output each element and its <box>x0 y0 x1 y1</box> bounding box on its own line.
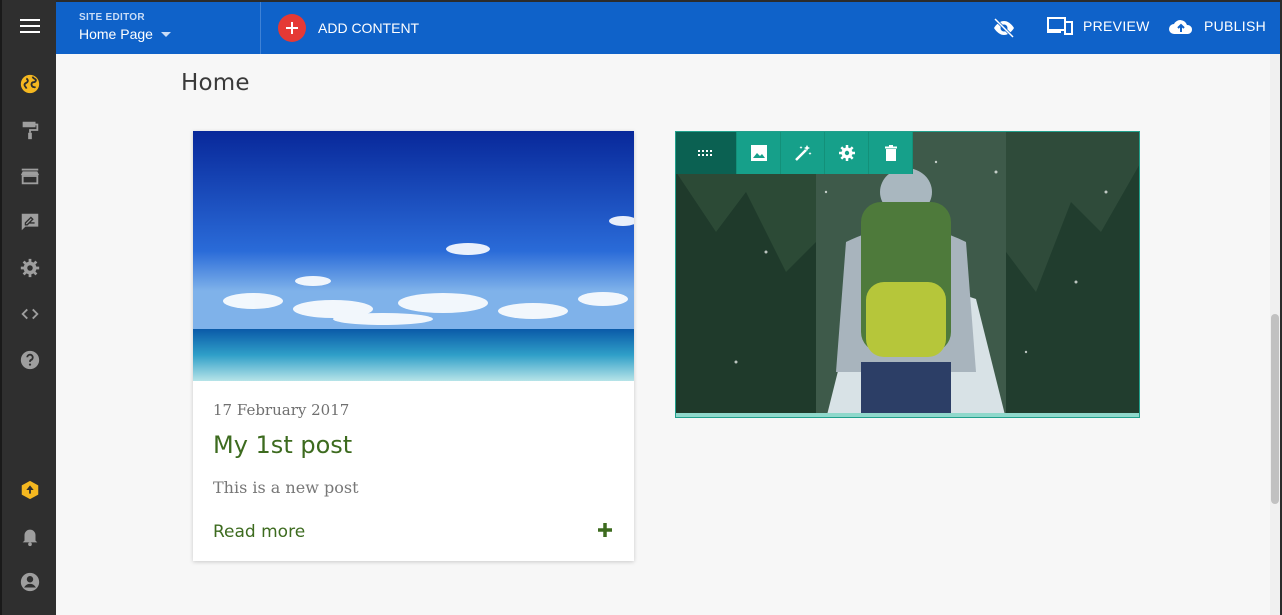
post-image <box>193 131 634 381</box>
block-settings-button[interactable] <box>825 132 869 174</box>
effects-button[interactable] <box>781 132 825 174</box>
sidebar-item-blog[interactable] <box>2 202 58 242</box>
site-editor-label: SITE EDITOR <box>79 12 145 23</box>
read-more-link[interactable]: Read more <box>213 522 305 542</box>
eye-off-icon <box>993 17 1015 39</box>
sidebar-item-help[interactable] <box>2 340 58 380</box>
current-page-name: Home Page <box>79 26 153 42</box>
sidebar-item-account[interactable] <box>2 562 58 602</box>
post-date: 17 February 2017 <box>213 401 350 419</box>
gear-icon <box>20 258 40 278</box>
paint-roller-icon <box>22 121 39 140</box>
scrollbar-thumb[interactable] <box>1271 314 1279 504</box>
sidebar-item-notifications[interactable] <box>2 516 58 556</box>
sidebar <box>0 0 56 615</box>
sidebar-item-store[interactable] <box>2 156 58 196</box>
change-image-button[interactable] <box>737 132 781 174</box>
preview-button[interactable]: PREVIEW <box>1047 16 1150 36</box>
blog-post-card[interactable]: 17 February 2017 My 1st post This is a n… <box>193 131 634 561</box>
hide-button[interactable] <box>992 16 1016 40</box>
help-icon <box>20 350 40 370</box>
publish-label: PUBLISH <box>1204 18 1267 34</box>
trash-icon <box>884 145 897 161</box>
plus-icon <box>278 14 306 42</box>
sidebar-item-upgrade[interactable] <box>2 470 58 510</box>
divider <box>260 2 261 54</box>
expand-plus-icon[interactable] <box>596 521 614 539</box>
sidebar-item-site[interactable] <box>2 64 58 104</box>
code-icon <box>21 308 39 320</box>
page-title: Home <box>181 70 250 96</box>
page-selector[interactable]: SITE EDITOR Home Page <box>79 12 171 42</box>
post-description: This is a new post <box>213 478 359 497</box>
hamburger-icon <box>20 19 40 33</box>
menu-button[interactable] <box>20 18 40 34</box>
cloud-upload-icon <box>1169 20 1193 34</box>
delete-block-button[interactable] <box>869 132 913 174</box>
sidebar-item-code[interactable] <box>2 294 58 334</box>
add-content-label: ADD CONTENT <box>318 20 420 36</box>
sidebar-item-design[interactable] <box>2 110 58 150</box>
drag-dots-icon <box>698 150 712 156</box>
upgrade-icon <box>21 480 39 500</box>
globe-icon <box>20 74 40 94</box>
bell-icon <box>22 529 38 547</box>
hiker-photo <box>676 132 1139 417</box>
post-title[interactable]: My 1st post <box>213 431 352 459</box>
top-bar: SITE EDITOR Home Page ADD CONTENT PREVIE… <box>56 2 1280 54</box>
canvas: Home 17 February 2017 My 1st post This i… <box>56 54 1280 615</box>
edit-note-icon <box>21 213 39 231</box>
drag-handle[interactable] <box>676 132 737 174</box>
devices-icon <box>1047 17 1073 35</box>
preview-label: PREVIEW <box>1083 18 1150 34</box>
selection-underline <box>676 413 1139 417</box>
gear-icon <box>838 145 855 161</box>
image-toolbar <box>676 132 913 174</box>
vertical-scrollbar[interactable] <box>1270 54 1280 615</box>
publish-button[interactable]: PUBLISH <box>1168 16 1266 36</box>
magic-wand-icon <box>794 145 811 161</box>
account-icon <box>20 572 40 592</box>
store-icon <box>20 168 40 185</box>
sidebar-item-settings[interactable] <box>2 248 58 288</box>
caret-down-icon <box>160 31 171 37</box>
image-icon <box>750 145 767 161</box>
selected-image-block[interactable] <box>675 131 1140 418</box>
add-content-button[interactable]: ADD CONTENT <box>278 14 419 42</box>
